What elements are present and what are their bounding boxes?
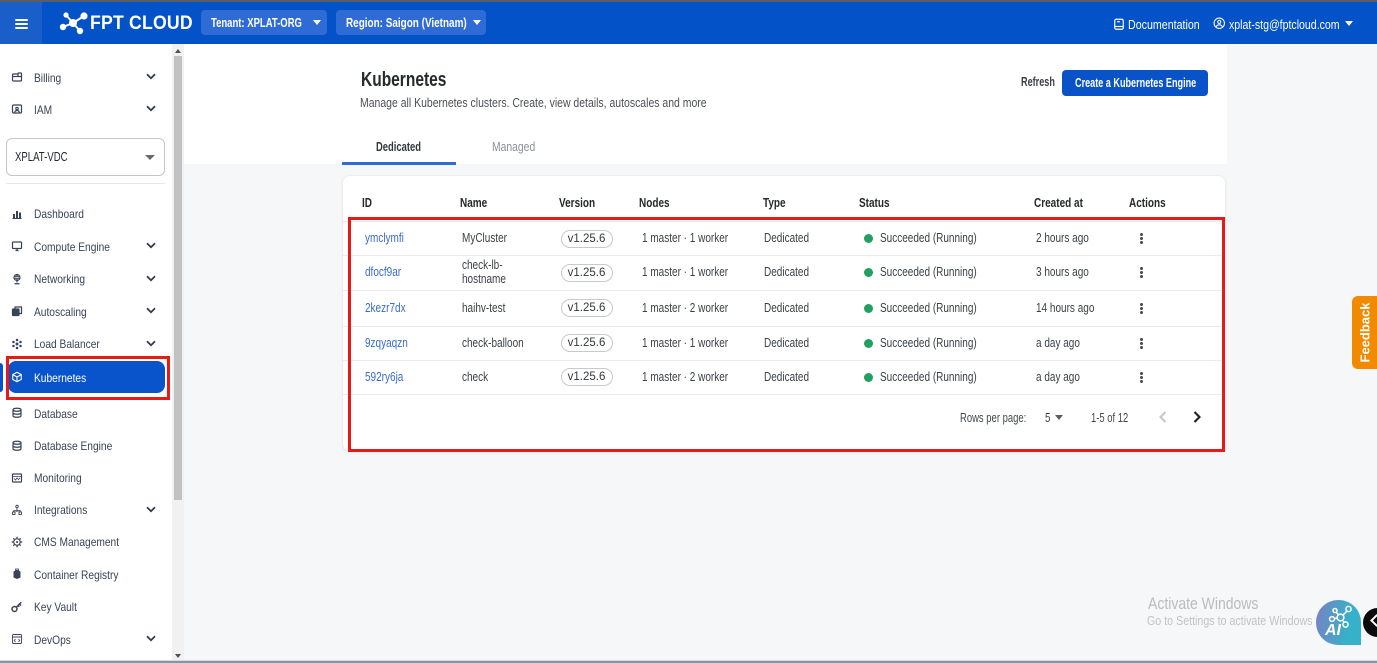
svg-text:AI: AI: [1324, 622, 1342, 639]
